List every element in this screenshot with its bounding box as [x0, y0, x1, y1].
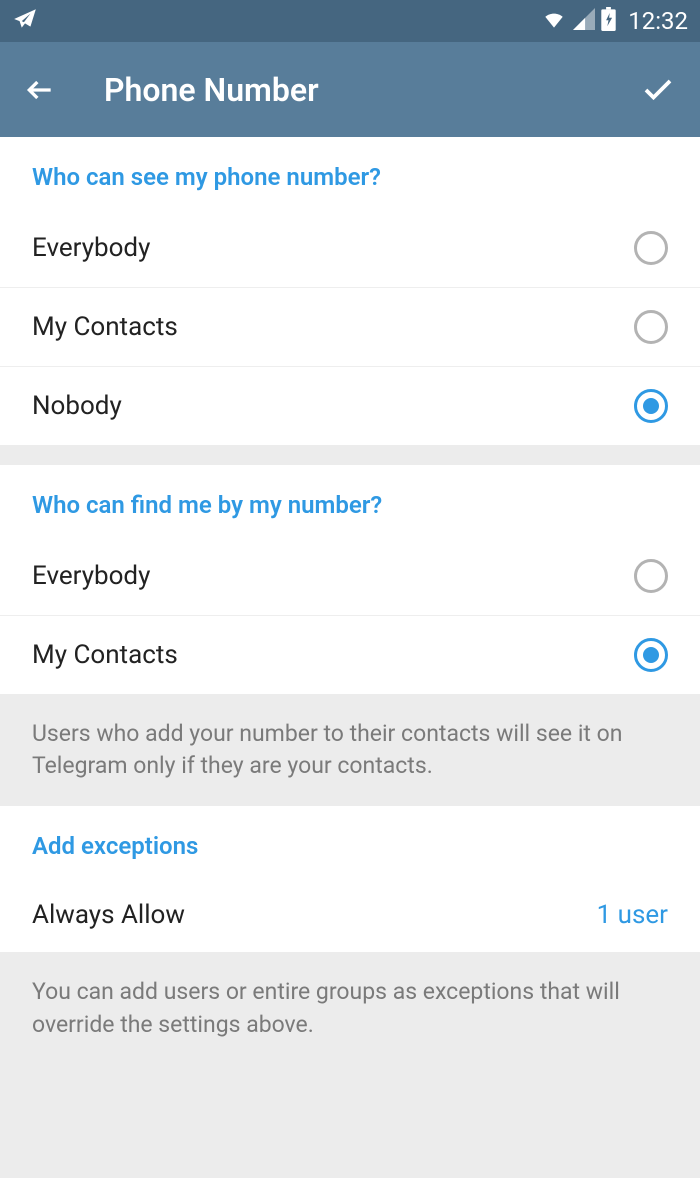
option-everybody-see[interactable]: Everybody: [0, 209, 700, 288]
option-everybody-find[interactable]: Everybody: [0, 537, 700, 616]
section-header: Add exceptions: [0, 806, 700, 878]
option-label: My Contacts: [32, 640, 178, 670]
status-time: 12:32: [628, 7, 688, 35]
status-left: [12, 6, 38, 36]
option-nobody-see[interactable]: Nobody: [0, 367, 700, 445]
option-label: Nobody: [32, 391, 122, 421]
section-description: Users who add your number to their conta…: [0, 694, 700, 806]
status-bar: 12:32: [0, 0, 700, 42]
radio-icon: [634, 231, 668, 265]
wifi-icon: [541, 8, 567, 34]
exception-always-allow[interactable]: Always Allow 1 user: [0, 878, 700, 952]
radio-selected-icon: [634, 389, 668, 423]
option-label: Everybody: [32, 561, 150, 591]
option-contacts-see[interactable]: My Contacts: [0, 288, 700, 367]
radio-icon: [634, 310, 668, 344]
section-exceptions: Add exceptions Always Allow 1 user: [0, 806, 700, 952]
back-arrow-icon[interactable]: [24, 74, 56, 106]
section-description: You can add users or entire groups as ex…: [0, 952, 700, 1064]
section-who-can-see: Who can see my phone number? Everybody M…: [0, 137, 700, 445]
status-right: 12:32: [541, 7, 688, 35]
option-label: Everybody: [32, 233, 150, 263]
app-header: Phone Number: [0, 42, 700, 137]
option-contacts-find[interactable]: My Contacts: [0, 616, 700, 694]
exception-value: 1 user: [597, 900, 668, 930]
section-gap: [0, 445, 700, 465]
section-who-can-find: Who can find me by my number? Everybody …: [0, 465, 700, 694]
option-label: My Contacts: [32, 312, 178, 342]
battery-charging-icon: [601, 7, 616, 35]
section-header: Who can see my phone number?: [0, 137, 700, 209]
section-header: Who can find me by my number?: [0, 465, 700, 537]
exception-label: Always Allow: [32, 900, 185, 930]
page-title: Phone Number: [104, 71, 640, 109]
radio-selected-icon: [634, 638, 668, 672]
radio-icon: [634, 559, 668, 593]
confirm-check-icon[interactable]: [640, 72, 676, 108]
signal-icon: [573, 8, 595, 34]
telegram-icon: [12, 6, 38, 36]
